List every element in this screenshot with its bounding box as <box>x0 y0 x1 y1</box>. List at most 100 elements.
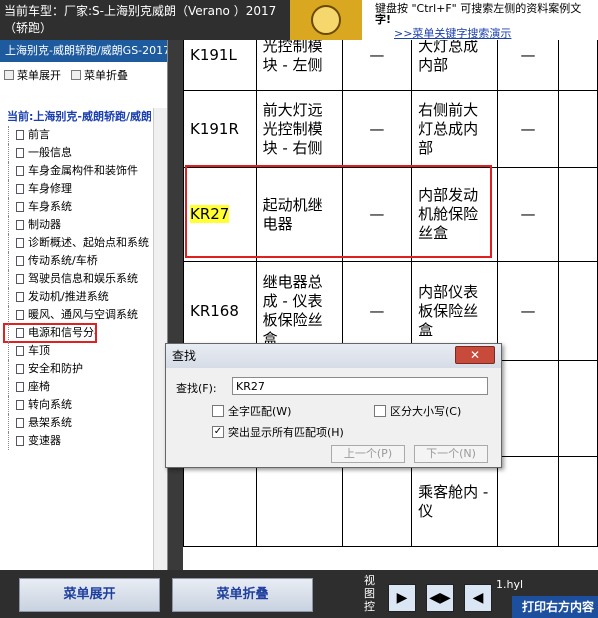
table-cell: KR27 <box>183 167 257 262</box>
document-icon <box>16 256 24 266</box>
table-cell <box>497 360 559 457</box>
table-cell: 大灯总成内部 <box>411 40 499 91</box>
file-name: 1.hyl <box>496 578 524 591</box>
document-icon <box>16 166 24 176</box>
title-line-2: （轿跑） <box>4 21 53 35</box>
close-button[interactable]: ✕ <box>455 346 495 364</box>
menu-expand-button[interactable]: 菜单展开 <box>19 578 160 612</box>
tree-item[interactable]: 车顶 <box>4 342 151 360</box>
table-cell: — <box>341 90 413 168</box>
tree-item[interactable]: 发动机/推进系统 <box>4 288 151 306</box>
view-left-button[interactable]: ◀ <box>464 584 492 612</box>
table-cell: 内部发动机舱保险丝盒 <box>411 167 499 262</box>
match-case-option[interactable]: 区分大小写(C) <box>374 403 461 419</box>
match-case-checkbox[interactable] <box>374 405 386 417</box>
parts-table: K191L 光控制模块 - 左侧 — 大灯总成内部 — K191R 前大灯远光控制模块 - … <box>183 40 598 547</box>
document-icon <box>16 274 24 284</box>
tree-item[interactable]: 车身修理 <box>4 180 151 198</box>
view-control-label: 视图控 <box>364 574 375 613</box>
title-line-1: 当前车型：厂家:S-上海别克威朗（Verano ）2017 <box>4 4 277 18</box>
document-icon <box>16 400 24 410</box>
next-button[interactable]: 下一个(N) <box>414 445 488 463</box>
tree-item[interactable]: 安全和防护 <box>4 360 151 378</box>
mascot-image <box>290 0 362 40</box>
table-row: KR27 起动机继电器 — 内部发动机舱保险丝盒 — <box>183 167 598 262</box>
arrow-right-icon: ▶ <box>396 590 408 606</box>
highlight-all-option[interactable]: ✓ 突出显示所有匹配项(H) <box>212 424 344 440</box>
document-icon <box>16 292 24 302</box>
tree-item[interactable]: 暖风、通风与空调系统 <box>4 306 151 324</box>
prev-button[interactable]: 上一个(P) <box>331 445 405 463</box>
tree-root[interactable]: 当前:上海别克-威朗轿跑/威朗 <box>4 108 151 126</box>
view-right-button[interactable]: ▶ <box>388 584 416 612</box>
sidebar-toolbar: 菜单展开 菜单折叠 <box>0 62 167 88</box>
document-icon <box>16 220 24 230</box>
expand-all-button[interactable]: 菜单展开 <box>4 67 61 83</box>
collapse-all-button[interactable]: 菜单折叠 <box>71 67 128 83</box>
document-icon <box>16 364 24 374</box>
table-row: K191L 光控制模块 - 左侧 — 大灯总成内部 — <box>183 40 598 91</box>
document-icon <box>16 436 24 446</box>
table-cell: — <box>341 167 413 262</box>
tip-text: 键盘按 "Ctrl+F" 可搜索左侧的资料案例文 <box>375 2 582 15</box>
tree-item[interactable]: 制动器 <box>4 216 151 234</box>
tree-item[interactable]: 车身金属构件和装饰件 <box>4 162 151 180</box>
document-icon <box>16 310 24 320</box>
tree-item[interactable]: 前言 <box>4 126 151 144</box>
table-cell <box>557 90 598 168</box>
table-cell <box>255 456 343 547</box>
table-cell: 右侧前大灯总成内部 <box>411 90 499 168</box>
split-icon: ◀▶ <box>429 590 451 606</box>
menu-tree: 当前:上海别克-威朗轿跑/威朗 前言 一般信息 车身金属构件和装饰件 车身修理 车身系统… <box>3 108 151 450</box>
tree-item[interactable]: 座椅 <box>4 378 151 396</box>
document-icon <box>16 382 24 392</box>
table-cell: — <box>341 40 413 91</box>
tree-item[interactable]: 车身系统 <box>4 198 151 216</box>
find-input[interactable] <box>232 377 488 395</box>
tree-item[interactable]: 电源和信号分布 <box>3 323 97 343</box>
table-cell: — <box>497 90 559 168</box>
table-cell: 乘客舱内 - 仪 <box>411 456 499 547</box>
search-tip-banner: 键盘按 "Ctrl+F" 可搜索左侧的资料案例文 字! >>菜单关键字搜索演示 <box>290 0 598 40</box>
table-row: K191R 前大灯远光控制模块 - 右侧 — 右侧前大灯总成内部 — <box>183 90 598 168</box>
document-icon <box>16 346 24 356</box>
tree-item[interactable]: 悬架系统 <box>4 414 151 432</box>
table-cell <box>497 456 559 547</box>
table-cell <box>557 167 598 262</box>
table-cell: K191R <box>183 90 257 168</box>
document-icon <box>16 148 24 158</box>
print-button[interactable]: 打印右方内容 <box>512 596 598 618</box>
highlight-all-checkbox[interactable]: ✓ <box>212 426 224 438</box>
tree-item[interactable]: 传动系统/车桥 <box>4 252 151 270</box>
table-cell: 起动机继电器 <box>255 167 343 262</box>
document-icon <box>16 202 24 212</box>
tree-item[interactable]: 诊断概述、起始点和系统 <box>4 234 151 252</box>
tree-item[interactable]: 变速器 <box>4 432 151 450</box>
tree-item[interactable]: 转向系统 <box>4 396 151 414</box>
document-icon <box>16 328 24 338</box>
tip-text-2: 字! <box>375 13 392 26</box>
document-page: K191L 光控制模块 - 左侧 — 大灯总成内部 — K191R 前大灯远光控制模块 - … <box>183 40 598 570</box>
table-cell <box>341 456 413 547</box>
search-demo-link[interactable]: >>菜单关键字搜索演示 <box>394 25 511 41</box>
tree-item[interactable]: 驾驶员信息和娱乐系统 <box>4 270 151 288</box>
arrow-left-icon: ◀ <box>472 590 484 606</box>
whole-word-option[interactable]: 全字匹配(W) <box>212 403 291 419</box>
menu-collapse-button[interactable]: 菜单折叠 <box>172 578 313 612</box>
window-title: 当前车型：厂家:S-上海别克威朗（Verano ）2017 （轿跑） <box>0 0 290 40</box>
document-icon <box>16 238 24 248</box>
table-cell: 前大灯远光控制模块 - 右侧 <box>255 90 343 168</box>
find-label: 查找(F): <box>176 382 217 395</box>
table-cell: 光控制模块 - 左侧 <box>255 40 343 91</box>
whole-word-checkbox[interactable] <box>212 405 224 417</box>
collapse-icon <box>71 70 81 80</box>
sidebar: 上海别克-威朗轿跑/威朗GS-2017 菜单展开 菜单折叠 当前:上海别克-威朗… <box>0 40 168 598</box>
table-cell <box>557 261 598 361</box>
table-row: 乘客舱内 - 仪 <box>183 456 598 547</box>
document-icon <box>16 418 24 428</box>
table-cell <box>183 456 257 547</box>
sidebar-header: 上海别克-威朗轿跑/威朗GS-2017 <box>0 40 167 62</box>
tree-item[interactable]: 一般信息 <box>4 144 151 162</box>
table-cell <box>557 40 598 91</box>
view-split-button[interactable]: ◀▶ <box>426 584 454 612</box>
